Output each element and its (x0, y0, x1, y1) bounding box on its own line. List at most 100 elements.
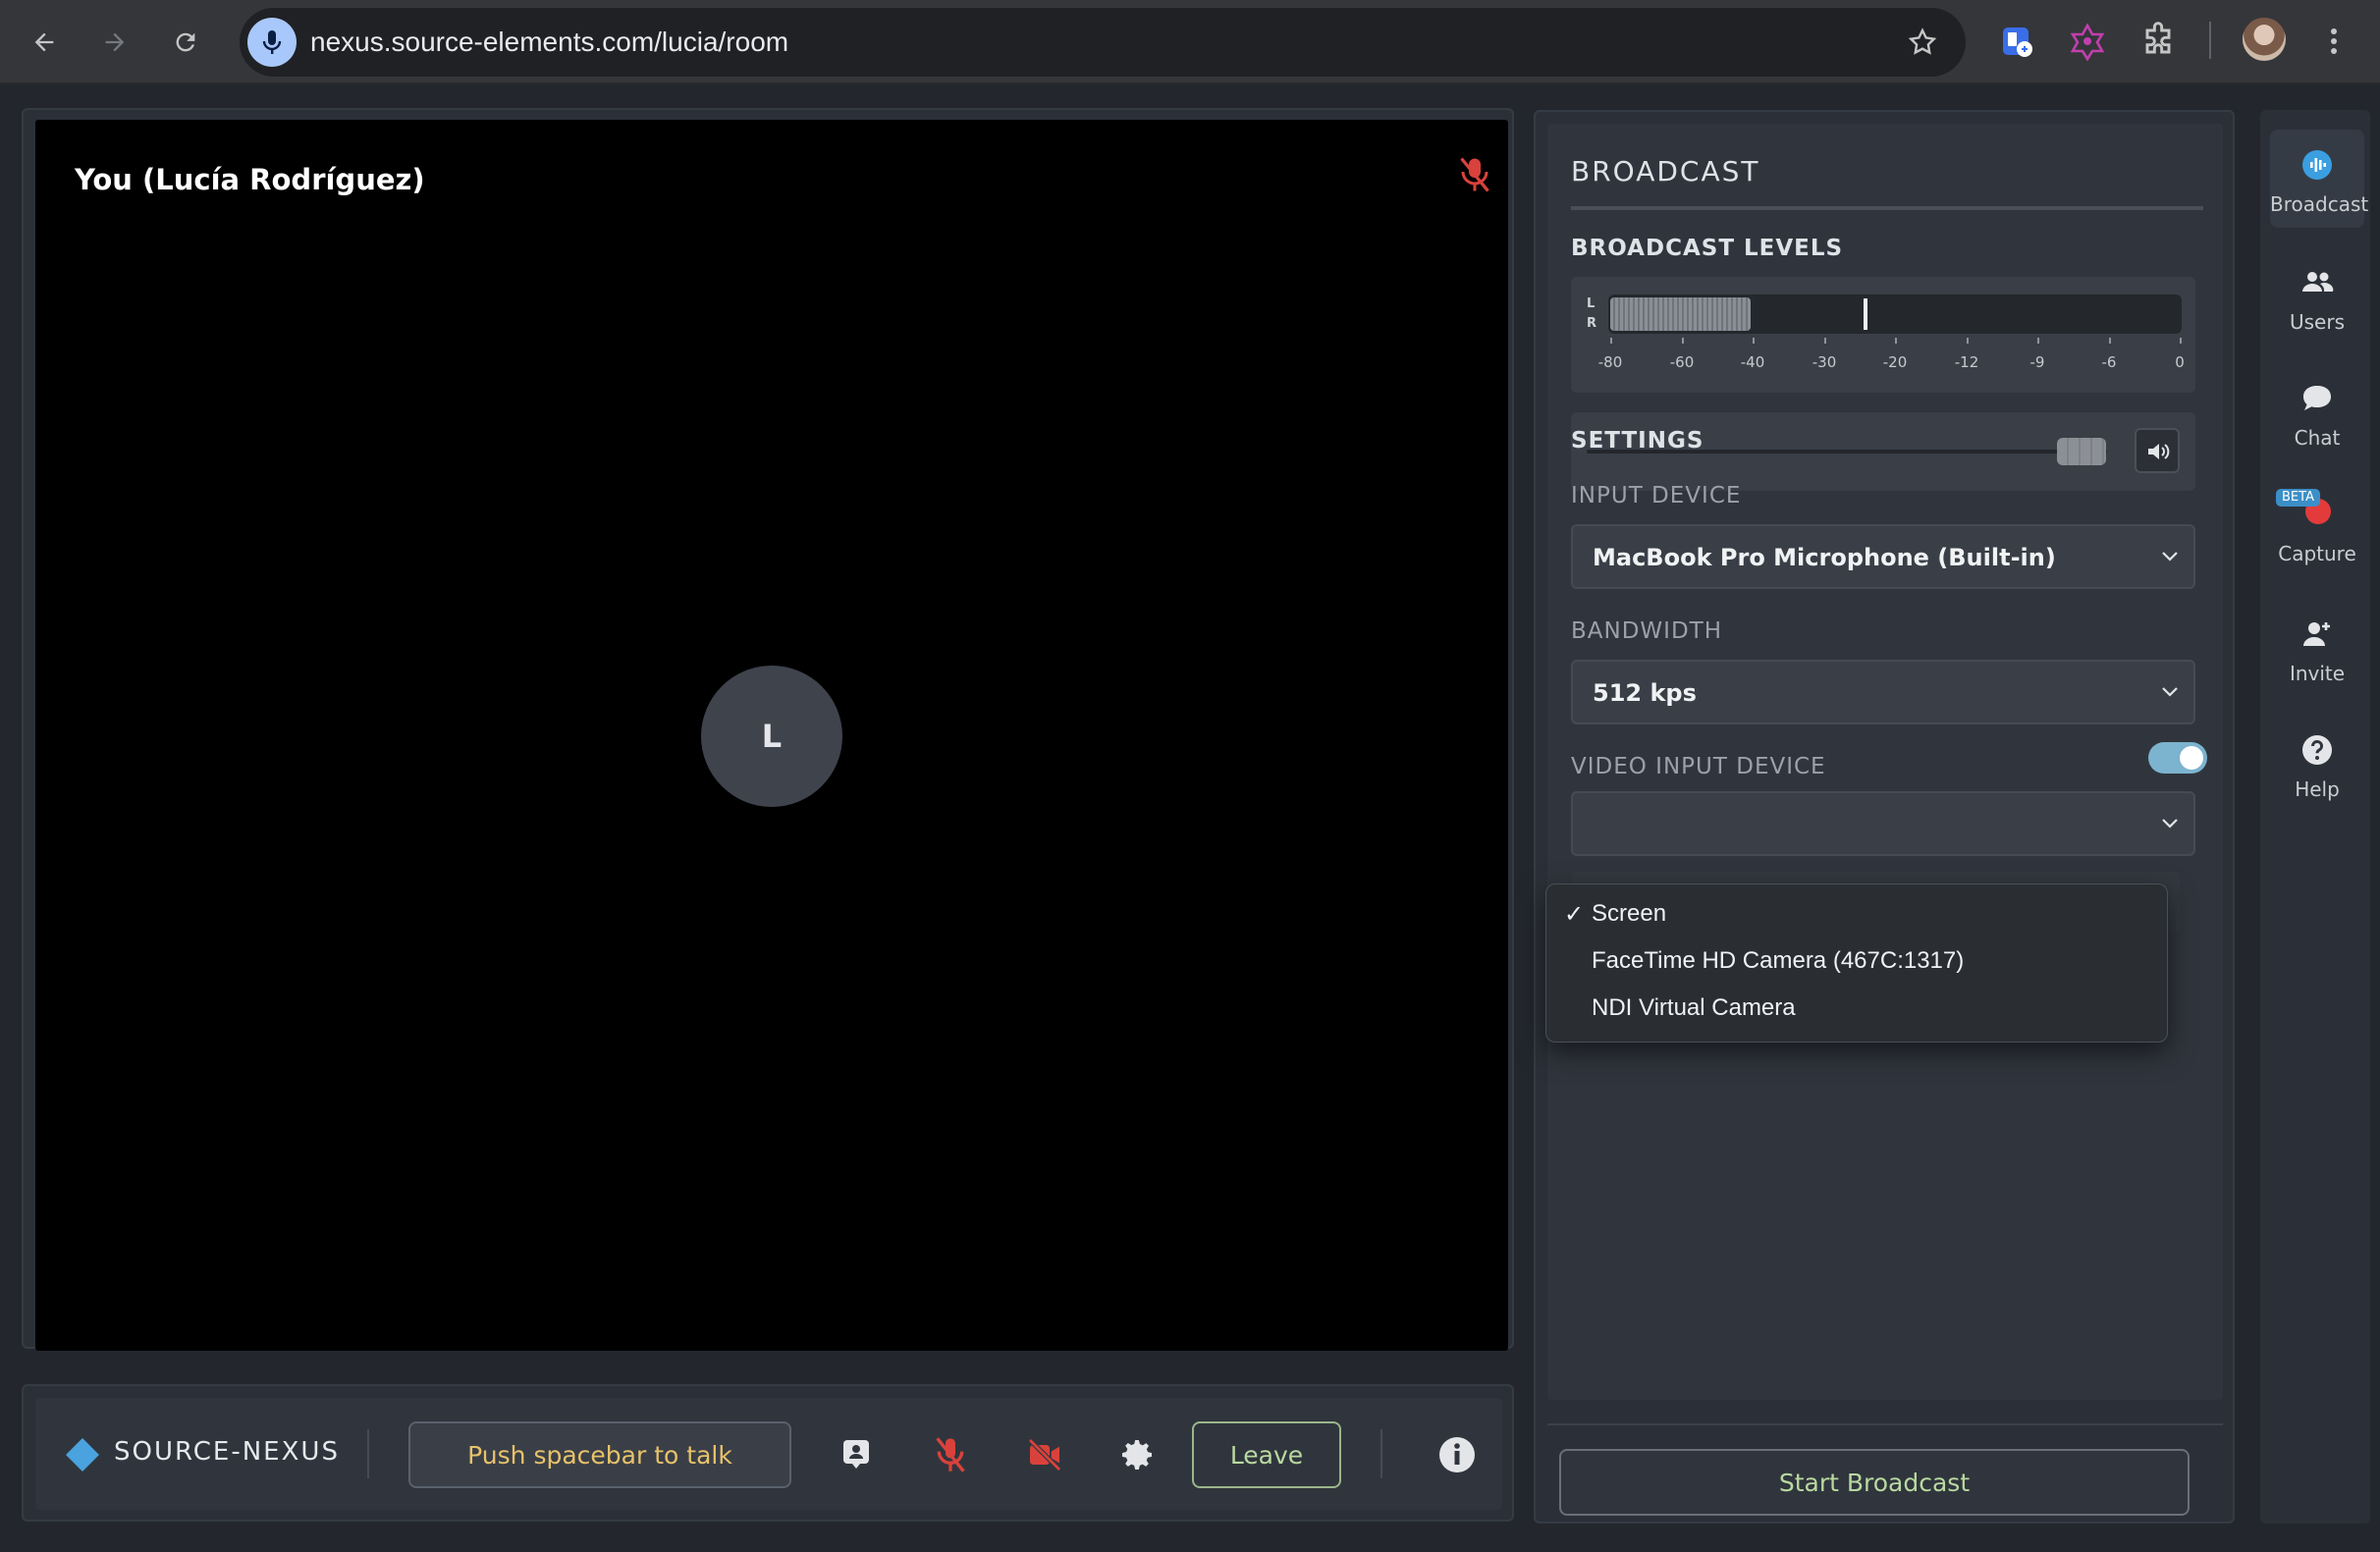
dropdown-option-ndi[interactable]: NDI Virtual Camera (1592, 994, 1796, 1022)
brand-logo-icon (66, 1438, 99, 1472)
meter-tick (2037, 338, 2039, 344)
bandwidth-select[interactable]: 512 kps (1571, 660, 2195, 724)
back-arrow-icon (34, 32, 54, 52)
browser-toolbar: nexus.source-elements.com/lucia/room (0, 0, 2380, 84)
volume-slider-thumb[interactable] (2057, 438, 2106, 465)
nexus-room: You (Lucía Rodríguez) L SOURCE-NEXUS Pus… (0, 86, 2380, 1552)
toolbar-divider (2209, 22, 2211, 59)
more-vert-icon[interactable] (2319, 22, 2349, 61)
toolbar-divider (1380, 1429, 1382, 1478)
user-card-icon[interactable] (835, 1435, 878, 1474)
nav-label: Chat (2294, 426, 2341, 450)
bandwidth-label: BANDWIDTH (1571, 618, 1723, 644)
nav-broadcast[interactable]: Broadcast (2270, 130, 2369, 228)
panel-title: BROADCAST (1571, 155, 1760, 187)
meter-tick (1753, 338, 1755, 344)
reload-icon (176, 32, 195, 52)
mic-off-icon[interactable] (929, 1435, 972, 1474)
channel-left-label: L (1587, 296, 1596, 311)
gear-icon[interactable] (1115, 1435, 1159, 1474)
level-meter: L R -80 -60 -40 -30 -20 -12 -9 -6 0 (1571, 277, 2195, 393)
meter-tick-label: -12 (1954, 353, 1979, 371)
chevron-down-icon (2162, 687, 2178, 697)
url-text: nexus.source-elements.com/lucia/room (310, 27, 789, 57)
toggle-knob (2180, 746, 2203, 770)
meter-tick (2109, 338, 2111, 344)
meter-tick-label: -80 (1597, 353, 1623, 371)
start-broadcast-button[interactable]: Start Broadcast (1559, 1449, 2190, 1516)
input-device-select[interactable]: MacBook Pro Microphone (Built-in) (1571, 524, 2195, 589)
meter-scale: -80 -60 -40 -30 -20 -12 -9 -6 0 (1598, 338, 2185, 377)
info-icon[interactable] (1437, 1435, 1477, 1474)
dropdown-option-facetime[interactable]: FaceTime HD Camera (467C:1317) (1592, 947, 1964, 975)
nav-help[interactable]: Help (2270, 715, 2364, 813)
reload-button[interactable] (161, 18, 210, 67)
side-nav: Broadcast Users Chat BETA Capture Invite (2260, 110, 2370, 1524)
users-icon (2302, 272, 2334, 292)
microphone-icon (262, 30, 282, 54)
bandwidth-value: 512 kps (1593, 679, 1697, 707)
nav-users[interactable]: Users (2270, 247, 2364, 346)
meter-tick (1682, 338, 1684, 344)
video-tile: You (Lucía Rodríguez) L (35, 120, 1508, 1351)
meter-tick-label: -20 (1882, 353, 1908, 371)
site-mic-indicator[interactable] (247, 18, 297, 67)
app-window: nexus.source-elements.com/lucia/room You… (0, 0, 2380, 1552)
channel-right-label: R (1587, 316, 1597, 331)
input-device-value: MacBook Pro Microphone (Built-in) (1593, 544, 2056, 571)
settings-heading: SETTINGS (1571, 428, 1704, 454)
push-to-talk-button[interactable]: Push spacebar to talk (408, 1421, 791, 1488)
meter-tick-label: -30 (1812, 353, 1837, 371)
meter-tick-label: -40 (1740, 353, 1765, 371)
profile-avatar[interactable] (2243, 18, 2286, 61)
meter-tick (2180, 338, 2182, 344)
meter-tick-label: -60 (1669, 353, 1695, 371)
nav-label: Users (2289, 310, 2345, 334)
video-input-dropdown: ✓ Screen FaceTime HD Camera (467C:1317) … (1545, 883, 2168, 1043)
leave-button[interactable]: Leave (1192, 1421, 1341, 1488)
forward-arrow-icon (105, 32, 125, 52)
video-input-select[interactable] (1571, 791, 2195, 856)
nav-label: Capture (2278, 542, 2356, 565)
chevron-down-icon (2162, 819, 2178, 829)
beta-badge: BETA (2276, 489, 2320, 507)
dropdown-option-screen[interactable]: Screen (1592, 900, 1666, 928)
extension-shield-icon[interactable] (1995, 20, 2038, 63)
video-input-toggle[interactable] (2148, 742, 2207, 774)
puzzle-icon[interactable] (2137, 20, 2180, 63)
video-input-label: VIDEO INPUT DEVICE (1571, 754, 1826, 779)
video-panel: You (Lucía Rodríguez) L (22, 108, 1514, 1351)
brand-name: SOURCE-NEXUS (114, 1437, 340, 1467)
chat-icon (2303, 386, 2331, 410)
levels-heading: BROADCAST LEVELS (1571, 236, 1844, 261)
address-bar[interactable]: nexus.source-elements.com/lucia/room (240, 8, 1966, 77)
meter-level-fill (1610, 297, 1751, 331)
call-toolbar-inner: SOURCE-NEXUS Push spacebar to talk Leave (35, 1398, 1502, 1510)
add-user-icon (2303, 622, 2330, 646)
nav-label: Help (2295, 777, 2340, 801)
star-icon[interactable] (1907, 27, 1938, 58)
meter-tick (1824, 338, 1826, 344)
participant-name: You (Lucía Rodríguez) (75, 163, 425, 196)
broadcast-panel-content: BROADCAST BROADCAST LEVELS L R -80 -60 -40… (1547, 124, 2223, 1400)
meter-tick (1610, 338, 1612, 344)
input-device-label: INPUT DEVICE (1571, 483, 1742, 508)
extension-star-icon[interactable] (2066, 20, 2109, 63)
camera-off-icon[interactable] (1023, 1435, 1066, 1474)
meter-tick-label: 0 (2175, 353, 2185, 371)
title-underline (1571, 206, 2203, 210)
speaker-button[interactable] (2135, 428, 2180, 473)
participant-avatar: L (701, 666, 842, 807)
nav-capture[interactable]: BETA Capture (2270, 479, 2364, 577)
mic-off-icon (1460, 157, 1489, 192)
panel-divider (1547, 1423, 2223, 1425)
nav-invite[interactable]: Invite (2270, 599, 2364, 697)
call-toolbar: SOURCE-NEXUS Push spacebar to talk Leave (22, 1384, 1514, 1522)
meter-tick-label: -9 (2029, 353, 2045, 371)
toolbar-divider (367, 1429, 369, 1478)
forward-button[interactable] (90, 18, 139, 67)
broadcast-icon (2302, 150, 2332, 180)
nav-label: Broadcast (2270, 192, 2369, 216)
back-button[interactable] (20, 18, 69, 67)
nav-chat[interactable]: Chat (2270, 363, 2364, 461)
